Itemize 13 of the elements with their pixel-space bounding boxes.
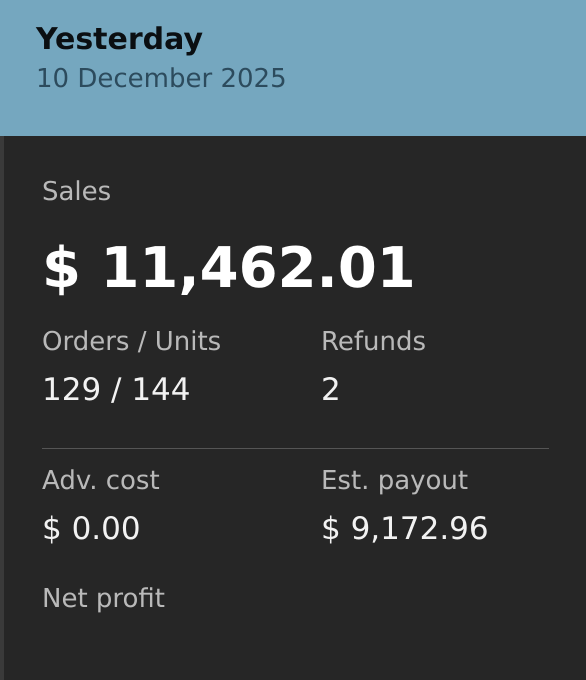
period-date: 10 December 2025 [36,63,288,96]
metric-label: Adv. cost [42,465,161,498]
metric-label: Orders / Units [42,326,222,359]
metric-label: Refunds [321,326,428,359]
metric-label: Est. payout [321,465,470,498]
metric-label: Sales [42,176,112,209]
sales-value: $ 11,462.01 [42,235,417,303]
metric-value: 2 [321,371,342,410]
period-title: Yesterday [36,21,204,59]
metric-value: $ 9,172.96 [321,510,490,549]
metric-value: 129 / 144 [42,371,192,410]
metric-value: $ 0.00 [42,510,142,549]
metric-label: Net profit [42,583,166,616]
